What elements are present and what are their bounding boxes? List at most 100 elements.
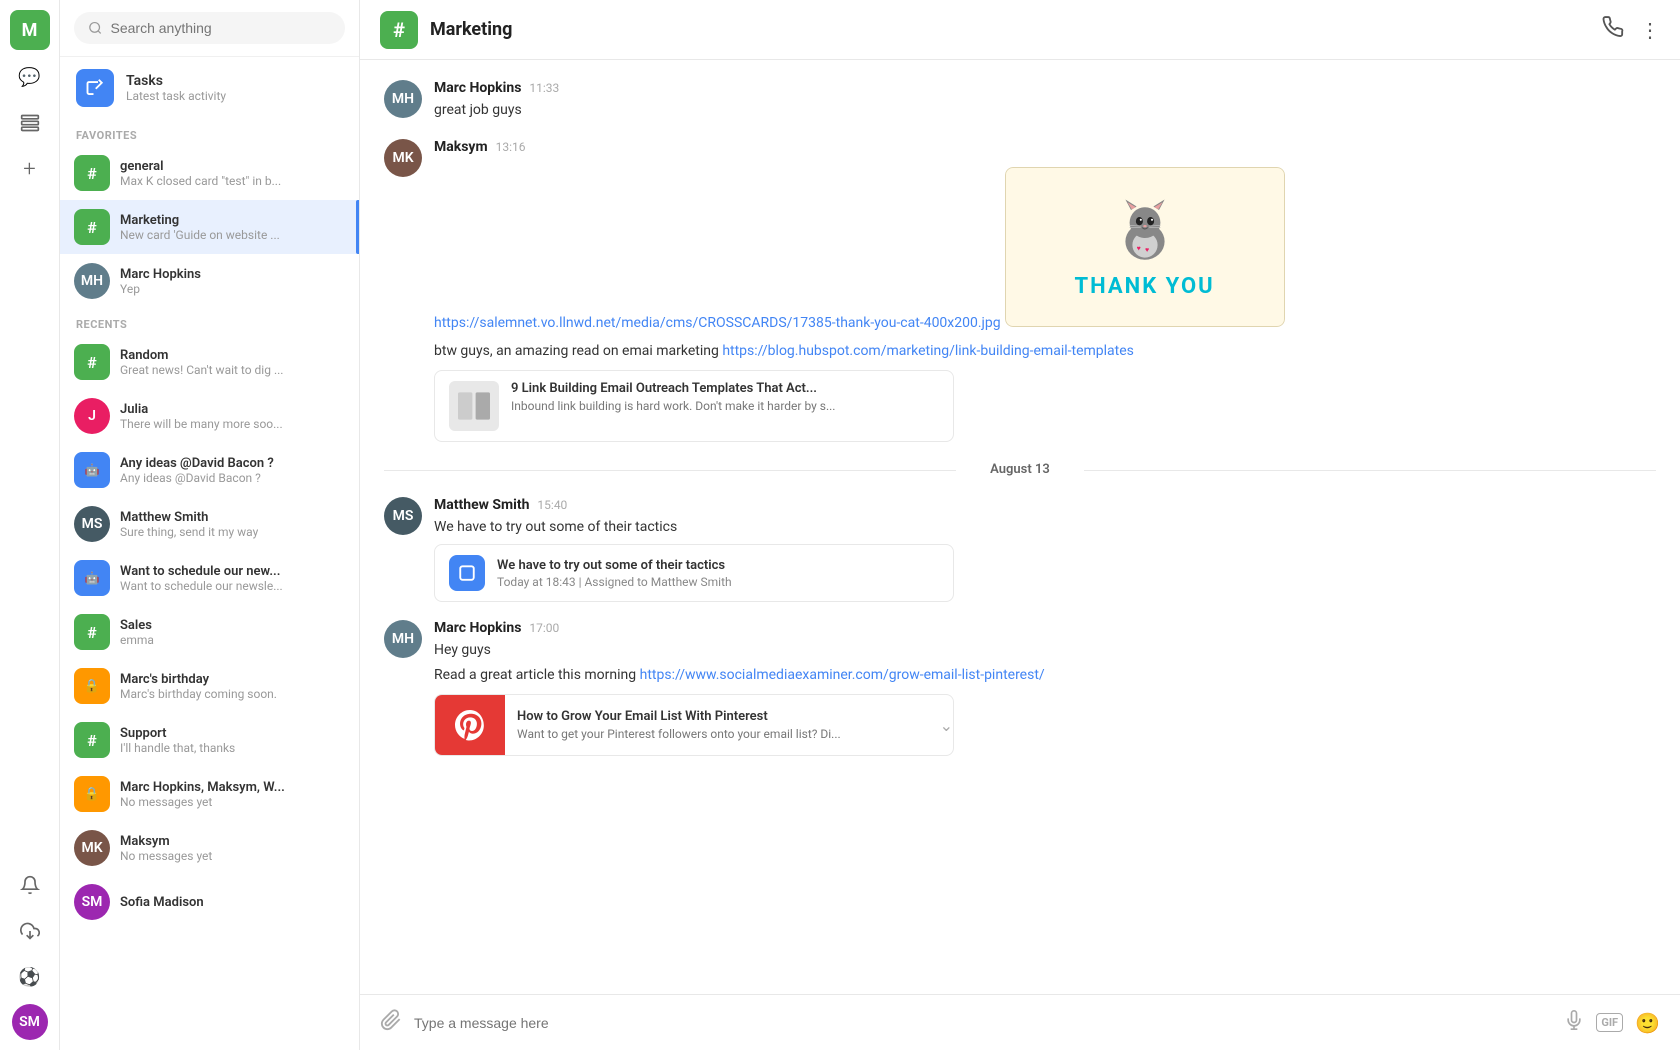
task-title-1: We have to try out some of their tactics [497, 558, 732, 573]
channel-item-julia[interactable]: J Julia There will be many more soo... [60, 389, 359, 443]
chat-main: # Marketing ⋮ MH Marc Hopkins 11:33 grea… [360, 0, 1680, 1050]
message-group-1: MH Marc Hopkins 11:33 great job guys [384, 80, 1656, 121]
article-desc-hubspot: Inbound link building is hard work. Don'… [511, 399, 835, 413]
channel-name-maksym: Maksym [120, 834, 212, 849]
message-input[interactable] [414, 1015, 1552, 1031]
msg-content-4: Matthew Smith 15:40 We have to try out s… [434, 497, 1656, 602]
tasks-text: Tasks Latest task activity [126, 73, 226, 103]
channel-avatar-general: # [74, 155, 110, 191]
add-nav-icon[interactable]: + [11, 150, 49, 188]
article-preview-inner: How to Grow Your Email List With Pintere… [435, 695, 953, 755]
article-thumb-hubspot [449, 381, 499, 431]
thank-you-text: THANK YOU [1075, 274, 1215, 299]
channel-item-marketing[interactable]: # Marketing New card 'Guide on website .… [60, 200, 359, 254]
msg-text-1: great job guys [434, 100, 1656, 121]
msg-header-2: Maksym 13:16 [434, 139, 1656, 155]
channel-item-marc-hopkins[interactable]: MH Marc Hopkins Yep [60, 254, 359, 308]
download-icon[interactable] [11, 912, 49, 950]
chat-header-left: # Marketing [380, 11, 512, 49]
attach-icon[interactable] [380, 1009, 402, 1036]
more-options-icon[interactable]: ⋮ [1640, 18, 1660, 42]
channel-item-sofia[interactable]: SM Sofia Madison [60, 875, 359, 929]
channel-info-marc: Marc Hopkins Yep [120, 267, 201, 296]
search-input-wrap[interactable] [74, 12, 345, 44]
channel-name-david: Any ideas @David Bacon ? [120, 456, 274, 471]
channel-avatar-newsletter: 🤖 [74, 560, 110, 596]
channel-item-maksym[interactable]: MK Maksym No messages yet [60, 821, 359, 875]
channel-preview-group: No messages yet [120, 795, 285, 809]
channel-info-group: Marc Hopkins, Maksym, W... No messages y… [120, 780, 285, 809]
tasks-title: Tasks [126, 73, 226, 89]
channel-preview-marc: Yep [120, 282, 201, 296]
channel-info-sofia: Sofia Madison [120, 895, 204, 910]
tasks-item[interactable]: Tasks Latest task activity [60, 57, 359, 119]
msg-author-marc-2: Marc Hopkins [434, 620, 521, 636]
cat-illustration: ♥ ♥ [1110, 196, 1180, 266]
search-input[interactable] [111, 20, 331, 36]
task-card-1[interactable]: We have to try out some of their tactics… [434, 544, 954, 602]
channel-info-julia: Julia There will be many more soo... [120, 402, 283, 431]
channel-preview-newsletter: Want to schedule our newsle... [120, 579, 283, 593]
channel-name-group: Marc Hopkins, Maksym, W... [120, 780, 285, 795]
channel-info-maksym: Maksym No messages yet [120, 834, 212, 863]
channel-item-david-bacon[interactable]: 🤖 Any ideas @David Bacon ? Any ideas @Da… [60, 443, 359, 497]
user-avatar-main[interactable]: M [10, 10, 50, 50]
channel-avatar-group: 🔒 [74, 776, 110, 812]
channel-preview-julia: There will be many more soo... [120, 417, 283, 431]
channel-avatar-marketing: # [74, 209, 110, 245]
chat-nav-icon[interactable]: 💬 [11, 58, 49, 96]
emoji-icon[interactable]: 🙂 [1635, 1011, 1660, 1035]
avatar-maksym-msg: MK [384, 139, 422, 177]
msg-header-5: Marc Hopkins 17:00 [434, 620, 1656, 636]
microphone-icon[interactable] [1564, 1010, 1584, 1035]
user-avatar-maksym: MK [74, 830, 110, 866]
chat-channel-name: Marketing [430, 19, 512, 40]
msg-link-2[interactable]: https://salemnet.vo.llnwd.net/media/cms/… [434, 315, 1001, 331]
channel-name-support: Support [120, 726, 235, 741]
channel-avatar-random: # [74, 344, 110, 380]
chat-channel-icon: # [380, 11, 418, 49]
channel-info-sales: Sales emma [120, 618, 154, 647]
hubspot-link-area: btw guys, an amazing read on emai market… [434, 341, 1656, 442]
channel-name-matthew: Matthew Smith [120, 510, 258, 525]
channel-item-newsletter[interactable]: 🤖 Want to schedule our new... Want to sc… [60, 551, 359, 605]
chat-messages: MH Marc Hopkins 11:33 great job guys MK … [360, 60, 1680, 994]
msg-time-4: 15:40 [537, 498, 567, 512]
article-preview-hubspot: 9 Link Building Email Outreach Templates… [434, 370, 954, 442]
msg-time-5: 17:00 [529, 621, 559, 635]
task-meta-1: Today at 18:43 | Assigned to Matthew Smi… [497, 575, 732, 589]
channel-item-group[interactable]: 🔒 Marc Hopkins, Maksym, W... No messages… [60, 767, 359, 821]
user-avatar-julia: J [74, 398, 110, 434]
msg-time-2: 13:16 [496, 140, 526, 154]
article-text-pinterest: How to Grow Your Email List With Pintere… [505, 701, 853, 749]
msg-content-5: Marc Hopkins 17:00 Hey guys Read a great… [434, 620, 1656, 756]
article-title-pinterest: How to Grow Your Email List With Pintere… [517, 709, 841, 724]
avatar-marc-1: MH [384, 80, 422, 118]
channel-item-birthday[interactable]: 🔒 Marc's birthday Marc's birthday coming… [60, 659, 359, 713]
channel-item-random[interactable]: # Random Great news! Can't wait to dig .… [60, 335, 359, 389]
hubspot-link[interactable]: https://blog.hubspot.com/marketing/link-… [722, 343, 1134, 359]
gif-icon[interactable]: GIF [1596, 1013, 1623, 1032]
expand-article-btn[interactable]: ⌄ [940, 716, 953, 735]
article-preview-pinterest: How to Grow Your Email List With Pintere… [434, 694, 954, 756]
channel-item-matthew[interactable]: MS Matthew Smith Sure thing, send it my … [60, 497, 359, 551]
msg-text-5b: Read a great article this morning https:… [434, 665, 1656, 686]
pinterest-link[interactable]: https://www.socialmediaexaminer.com/grow… [640, 667, 1045, 683]
pinterest-icon [452, 707, 488, 743]
msg-header-4: Matthew Smith 15:40 [434, 497, 1656, 513]
contacts-nav-icon[interactable] [11, 104, 49, 142]
channel-item-sales[interactable]: # Sales emma [60, 605, 359, 659]
channel-item-general[interactable]: # general Max K closed card "test" in b.… [60, 146, 359, 200]
channel-name-sofia: Sofia Madison [120, 895, 204, 910]
article-content-hubspot: 9 Link Building Email Outreach Templates… [511, 381, 835, 413]
channel-avatar-support: # [74, 722, 110, 758]
soccer-icon[interactable]: ⚽ [11, 958, 49, 996]
message-group-4: MS Matthew Smith 15:40 We have to try ou… [384, 497, 1656, 602]
phone-icon[interactable] [1602, 16, 1624, 43]
channel-preview-random: Great news! Can't wait to dig ... [120, 363, 283, 377]
notifications-icon[interactable] [11, 866, 49, 904]
channel-preview-birthday: Marc's birthday coming soon. [120, 687, 277, 701]
article-title-hubspot: 9 Link Building Email Outreach Templates… [511, 381, 835, 396]
channel-item-support[interactable]: # Support I'll handle that, thanks [60, 713, 359, 767]
bottom-user-avatar[interactable]: SM [12, 1004, 48, 1040]
